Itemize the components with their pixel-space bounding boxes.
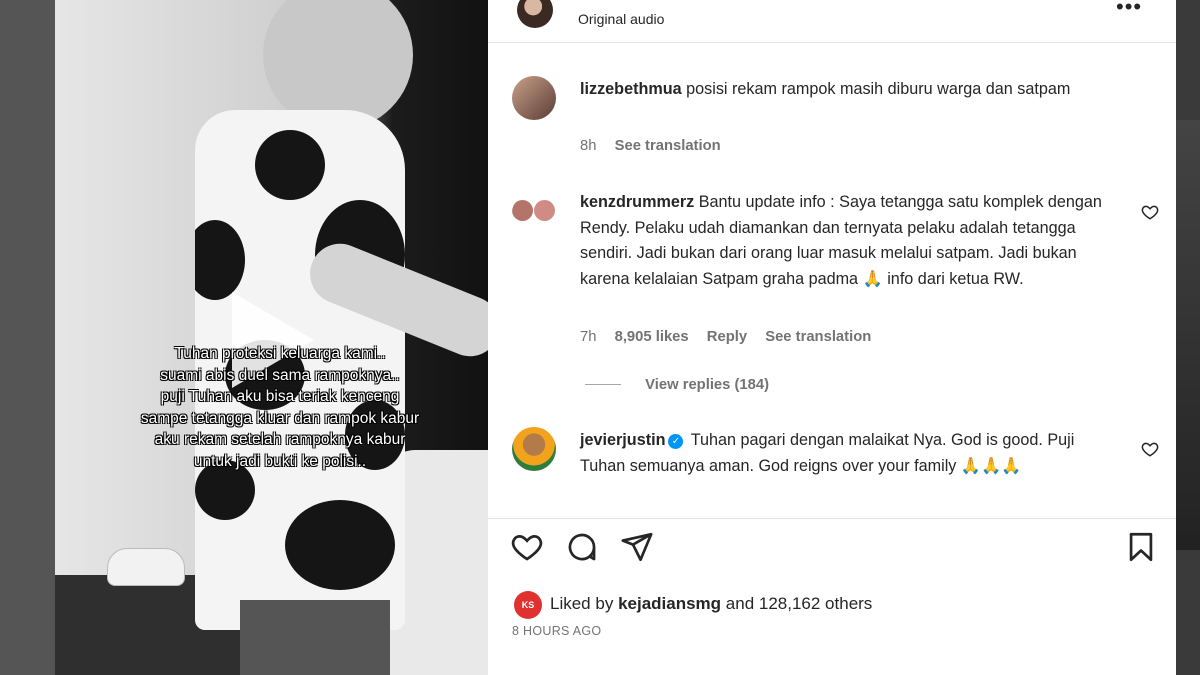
comment-meta: 7h 8,905 likes Reply See translation bbox=[580, 329, 885, 345]
shirt-spot bbox=[255, 130, 325, 200]
post-owner-avatar[interactable] bbox=[517, 0, 553, 28]
comment-text: posisi rekam rampok masih diburu warga d… bbox=[686, 80, 1071, 98]
commenter-avatar[interactable] bbox=[512, 427, 556, 471]
actions-divider bbox=[488, 518, 1176, 519]
liked-by-user[interactable]: kejadiansmg bbox=[618, 594, 721, 613]
backdrop-right-edge bbox=[1176, 0, 1200, 675]
reply-button[interactable]: Reply bbox=[707, 329, 747, 345]
post-modal: Tuhan proteksi keluarga kami.. suami abi… bbox=[55, 0, 1176, 675]
header-divider bbox=[488, 42, 1176, 43]
liker-avatar[interactable]: KS bbox=[514, 591, 542, 619]
comment-username[interactable]: kenzdrummerz bbox=[580, 193, 694, 211]
shirt-spot bbox=[195, 220, 245, 300]
video-person-jeans bbox=[240, 600, 390, 675]
save-bookmark-icon[interactable] bbox=[1124, 530, 1158, 564]
caption-line: puji Tuhan aku bisa teriak kenceng bbox=[160, 388, 400, 405]
like-heart-icon[interactable] bbox=[510, 530, 544, 564]
share-send-icon[interactable] bbox=[620, 530, 654, 564]
backdrop-left-edge bbox=[0, 0, 55, 675]
comment-meta: 8h See translation bbox=[580, 138, 735, 154]
view-replies-label[interactable]: View replies (184) bbox=[645, 377, 769, 393]
audio-label[interactable]: Original audio bbox=[578, 11, 664, 27]
commenter-avatar[interactable] bbox=[512, 76, 556, 120]
comment-like-heart-icon[interactable] bbox=[1141, 440, 1159, 458]
comments-panel: Original audio ••• lizzebethmua posisi r… bbox=[488, 0, 1176, 675]
video-player[interactable]: Tuhan proteksi keluarga kami.. suami abi… bbox=[55, 0, 488, 675]
backdrop-strip bbox=[1176, 120, 1200, 550]
video-caption: Tuhan proteksi keluarga kami.. suami abi… bbox=[95, 343, 465, 472]
caption-line: Tuhan proteksi keluarga kami.. bbox=[174, 345, 386, 362]
comment-likes[interactable]: 8,905 likes bbox=[615, 329, 689, 345]
caption-line: sampe tetangga kluar dan rampok kabur bbox=[140, 409, 420, 427]
comment-body: kenzdrummerz Bantu update info : Saya te… bbox=[580, 190, 1120, 292]
post-timestamp[interactable]: 8 HOURS AGO bbox=[512, 624, 601, 638]
comment-username[interactable]: jevierjustin bbox=[580, 431, 665, 449]
liked-by-text[interactable]: Liked by kejadiansmg and 128,162 others bbox=[550, 594, 872, 614]
comment-like-heart-icon[interactable] bbox=[1141, 203, 1159, 221]
video-shoe bbox=[107, 548, 185, 586]
verified-badge-icon: ✓ bbox=[668, 434, 684, 449]
comment-body: lizzebethmua posisi rekam rampok masih d… bbox=[580, 77, 1120, 103]
liked-by-prefix: Liked by bbox=[550, 594, 614, 613]
view-replies-line bbox=[585, 384, 621, 385]
comment-time[interactable]: 8h bbox=[580, 138, 596, 154]
comment-time[interactable]: 7h bbox=[580, 329, 596, 345]
see-translation-link[interactable]: See translation bbox=[765, 329, 871, 345]
comment-body: jevierjustin ✓ Tuhan pagari dengan malaik… bbox=[580, 428, 1120, 479]
comment-bubble-icon[interactable] bbox=[565, 530, 599, 564]
more-horizontal-icon[interactable]: ••• bbox=[1116, 0, 1142, 20]
view-replies-button[interactable]: View replies (184) bbox=[585, 377, 769, 393]
shirt-spot bbox=[285, 500, 395, 590]
caption-line: suami abis duel sama rampoknya.. bbox=[160, 366, 400, 384]
caption-line: untuk jadi bukti ke polisi.. bbox=[193, 452, 367, 470]
caption-line: aku rekam setelah rampoknya kabur bbox=[154, 431, 406, 448]
commenter-avatar[interactable] bbox=[512, 194, 556, 230]
comment-username[interactable]: lizzebethmua bbox=[580, 80, 682, 98]
liked-by-suffix[interactable]: and 128,162 others bbox=[726, 594, 873, 613]
see-translation-link[interactable]: See translation bbox=[615, 138, 721, 154]
